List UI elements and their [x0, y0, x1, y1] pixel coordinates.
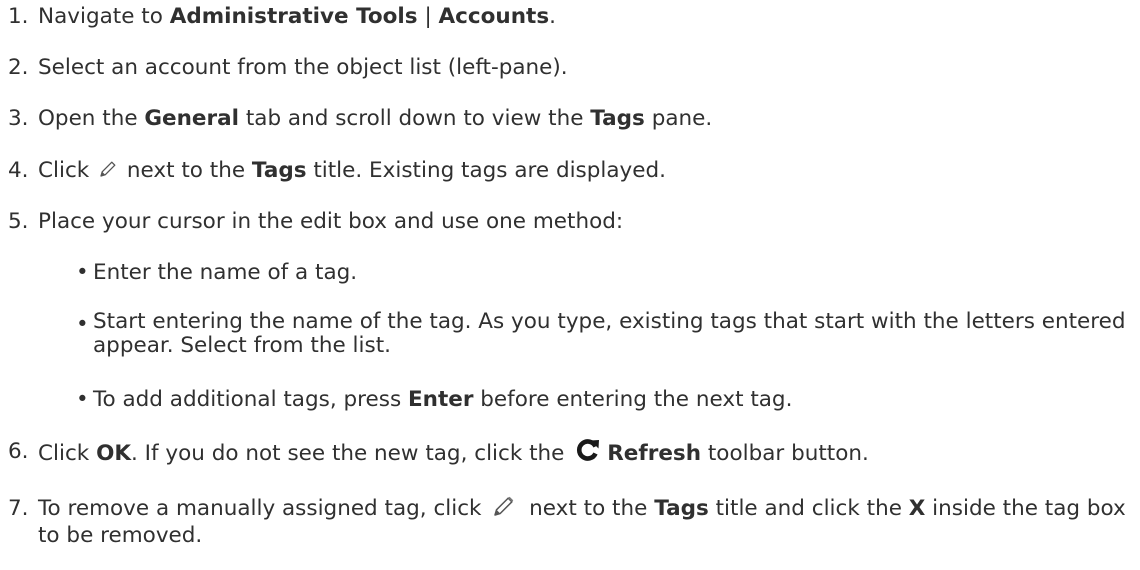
tags-pane-label: Tags — [590, 106, 645, 131]
step-text: Select an account from the object list (… — [38, 55, 568, 80]
step-text: Navigate to Administrative Tools | Accou… — [38, 4, 556, 29]
menu-path-administrative-tools: Administrative Tools — [169, 4, 418, 29]
bullet-text: Start entering the name of the tag. As y… — [93, 309, 1126, 358]
pencil-icon — [494, 496, 514, 516]
step-text: Place your cursor in the edit box and us… — [38, 209, 624, 234]
bullet-text: Enter the name of a tag. — [93, 260, 358, 285]
bullet-glyph: • — [76, 312, 89, 337]
tags-title-label: Tags — [251, 158, 307, 183]
tab-general-label: General — [144, 106, 239, 131]
bullet-glyph: • — [76, 387, 89, 412]
tags-title-label: Tags — [654, 496, 709, 521]
step-number: 3. — [8, 106, 29, 131]
procedure-document: 1. Navigate to Administrative Tools | Ac… — [0, 0, 1140, 570]
refresh-icon — [577, 439, 600, 461]
refresh-button-label: Refresh — [607, 441, 702, 466]
step-text: Click next to the Tags title. Existing t… — [38, 158, 666, 183]
pencil-icon — [100, 161, 116, 177]
step-number: 4. — [8, 158, 29, 183]
menu-path-accounts: Accounts — [438, 4, 550, 29]
step-number: 5. — [8, 209, 29, 234]
step-number: 7. — [8, 496, 29, 521]
step-number: 6. — [8, 439, 29, 464]
ok-button-label: OK — [96, 441, 132, 466]
step-text: Open the General tab and scroll down to … — [38, 106, 713, 131]
enter-key-label: Enter — [407, 387, 474, 412]
bullet-text: To add additional tags, press Enter befo… — [93, 387, 793, 412]
remove-x-label: X — [908, 496, 926, 521]
step-number: 1. — [8, 4, 29, 29]
bullet-glyph: • — [76, 260, 89, 285]
step-text: Click OK. If you do not see the new tag,… — [38, 437, 869, 471]
step-number: 2. — [8, 55, 29, 80]
step-text: To remove a manually assigned tag, click… — [38, 496, 1126, 548]
